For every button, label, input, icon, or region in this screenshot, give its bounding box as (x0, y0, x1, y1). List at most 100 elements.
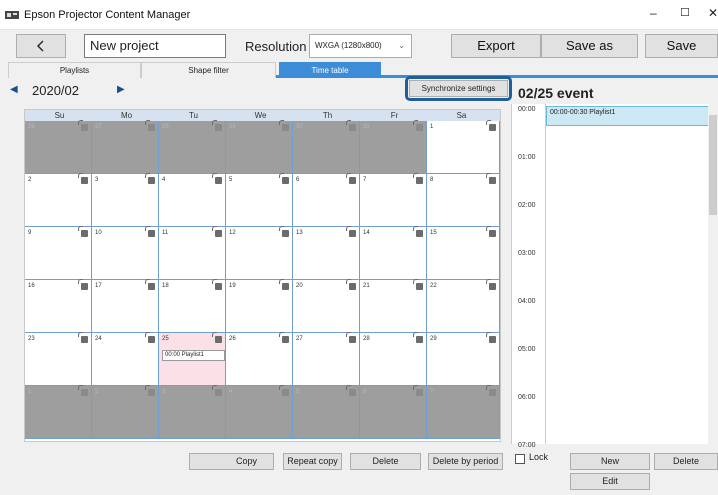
calendar-day-cell[interactable]: 15 (427, 226, 500, 280)
calendar-day-cell[interactable]: 14 (360, 226, 427, 280)
calendar-day-cell[interactable]: 26 (25, 120, 92, 174)
calendar-day-cell[interactable]: 10 (92, 226, 159, 280)
lock-icon[interactable] (78, 120, 88, 131)
lock-icon[interactable] (145, 385, 155, 396)
calendar-day-cell[interactable]: 17 (92, 279, 159, 333)
calendar-day-cell[interactable]: 5 (226, 173, 293, 227)
lock-icon[interactable] (486, 120, 496, 131)
lock-icon[interactable] (346, 173, 356, 184)
calendar-event-chip[interactable]: 00:00 Playlist1 (162, 350, 225, 361)
resolution-select[interactable]: WXGA (1280x800) ⌄ (309, 34, 412, 58)
lock-icon[interactable] (413, 173, 423, 184)
save-as-button[interactable]: Save as (541, 34, 638, 58)
lock-icon[interactable] (78, 226, 88, 237)
calendar-day-cell[interactable]: 8 (427, 173, 500, 227)
lock-icon[interactable] (78, 279, 88, 290)
lock-icon[interactable] (413, 279, 423, 290)
lock-icon[interactable] (78, 332, 88, 343)
calendar-day-cell[interactable]: 25 00:00 Playlist1 (159, 332, 226, 386)
lock-icon[interactable] (145, 279, 155, 290)
minimize-button[interactable]: – (650, 6, 657, 20)
calendar-day-cell[interactable]: 19 (226, 279, 293, 333)
calendar-scrollbar[interactable] (501, 109, 509, 442)
repeat-copy-button[interactable]: Repeat copy (283, 453, 342, 470)
maximize-button[interactable]: ☐ (680, 6, 690, 19)
lock-icon[interactable] (212, 279, 222, 290)
calendar-day-cell[interactable]: 16 (25, 279, 92, 333)
lock-icon[interactable] (413, 385, 423, 396)
calendar-day-cell[interactable]: 3 (159, 385, 226, 439)
calendar-day-cell[interactable]: 27 (293, 332, 360, 386)
export-button[interactable]: Export (451, 34, 541, 58)
calendar-day-cell[interactable]: 26 (226, 332, 293, 386)
lock-icon[interactable] (346, 332, 356, 343)
lock-icon[interactable] (145, 120, 155, 131)
lock-icon[interactable] (413, 120, 423, 131)
calendar-day-cell[interactable]: 3 (92, 173, 159, 227)
tab-time-table[interactable]: Time table (279, 62, 381, 78)
calendar-day-cell[interactable]: 29 (427, 332, 500, 386)
calendar-day-cell[interactable]: 18 (159, 279, 226, 333)
timeline-delete-button[interactable]: Delete (654, 453, 718, 470)
lock-icon[interactable] (486, 385, 496, 396)
lock-icon[interactable] (346, 226, 356, 237)
lock-icon[interactable] (279, 120, 289, 131)
copy-button[interactable]: Copy (189, 453, 274, 470)
calendar-day-cell[interactable]: 23 (25, 332, 92, 386)
lock-icon[interactable] (279, 173, 289, 184)
lock-icon[interactable] (486, 173, 496, 184)
calendar-day-cell[interactable]: 29 (226, 120, 293, 174)
calendar-day-cell[interactable]: 7 (360, 173, 427, 227)
calendar-day-cell[interactable]: 11 (159, 226, 226, 280)
lock-icon[interactable] (145, 173, 155, 184)
lock-icon[interactable] (145, 226, 155, 237)
next-month-icon[interactable]: ▶ (117, 84, 125, 95)
calendar-day-cell[interactable]: 31 (360, 120, 427, 174)
lock-icon[interactable] (346, 385, 356, 396)
synchronize-settings-button[interactable]: Synchronize settings (409, 80, 508, 97)
delete-button[interactable]: Delete (350, 453, 421, 470)
project-name-field[interactable]: New project (84, 34, 226, 58)
lock-icon[interactable] (486, 332, 496, 343)
lock-icon[interactable] (212, 120, 222, 131)
calendar-day-cell[interactable]: 12 (226, 226, 293, 280)
calendar-day-cell[interactable]: 9 (25, 226, 92, 280)
calendar-day-cell[interactable]: 22 (427, 279, 500, 333)
lock-icon[interactable] (486, 279, 496, 290)
lock-checkbox[interactable] (515, 454, 525, 464)
lock-icon[interactable] (212, 332, 222, 343)
close-button[interactable]: ✕ (708, 6, 718, 20)
calendar-day-cell[interactable]: 21 (360, 279, 427, 333)
calendar-day-cell[interactable]: 6 (293, 173, 360, 227)
lock-icon[interactable] (346, 120, 356, 131)
lock-icon[interactable] (486, 226, 496, 237)
save-button[interactable]: Save (645, 34, 718, 58)
calendar-day-cell[interactable]: 4 (159, 173, 226, 227)
back-button[interactable] (16, 34, 66, 58)
calendar-day-cell[interactable]: 27 (92, 120, 159, 174)
calendar-day-cell[interactable]: 28 (159, 120, 226, 174)
lock-icon[interactable] (78, 385, 88, 396)
calendar-day-cell[interactable]: 2 (92, 385, 159, 439)
calendar-day-cell[interactable]: 7 (427, 385, 500, 439)
lock-icon[interactable] (145, 332, 155, 343)
lock-icon[interactable] (279, 279, 289, 290)
calendar-day-cell[interactable]: 28 (360, 332, 427, 386)
lock-icon[interactable] (346, 279, 356, 290)
timeline-scroll-thumb[interactable] (709, 115, 717, 215)
calendar-day-cell[interactable]: 2 (25, 173, 92, 227)
lock-icon[interactable] (78, 173, 88, 184)
edit-button[interactable]: Edit (570, 473, 650, 490)
delete-by-period-button[interactable]: Delete by period (428, 453, 503, 470)
lock-icon[interactable] (279, 332, 289, 343)
lock-icon[interactable] (212, 385, 222, 396)
lock-icon[interactable] (413, 226, 423, 237)
lock-icon[interactable] (212, 173, 222, 184)
tab-playlists[interactable]: Playlists (8, 62, 141, 78)
calendar-day-cell[interactable]: 13 (293, 226, 360, 280)
calendar-day-cell[interactable]: 20 (293, 279, 360, 333)
lock-icon[interactable] (413, 332, 423, 343)
calendar-day-cell[interactable]: 24 (92, 332, 159, 386)
timeline-event-block[interactable]: 00:00-00:30 Playlist1 (546, 106, 710, 126)
tab-shape-filter[interactable]: Shape filter (141, 62, 276, 78)
